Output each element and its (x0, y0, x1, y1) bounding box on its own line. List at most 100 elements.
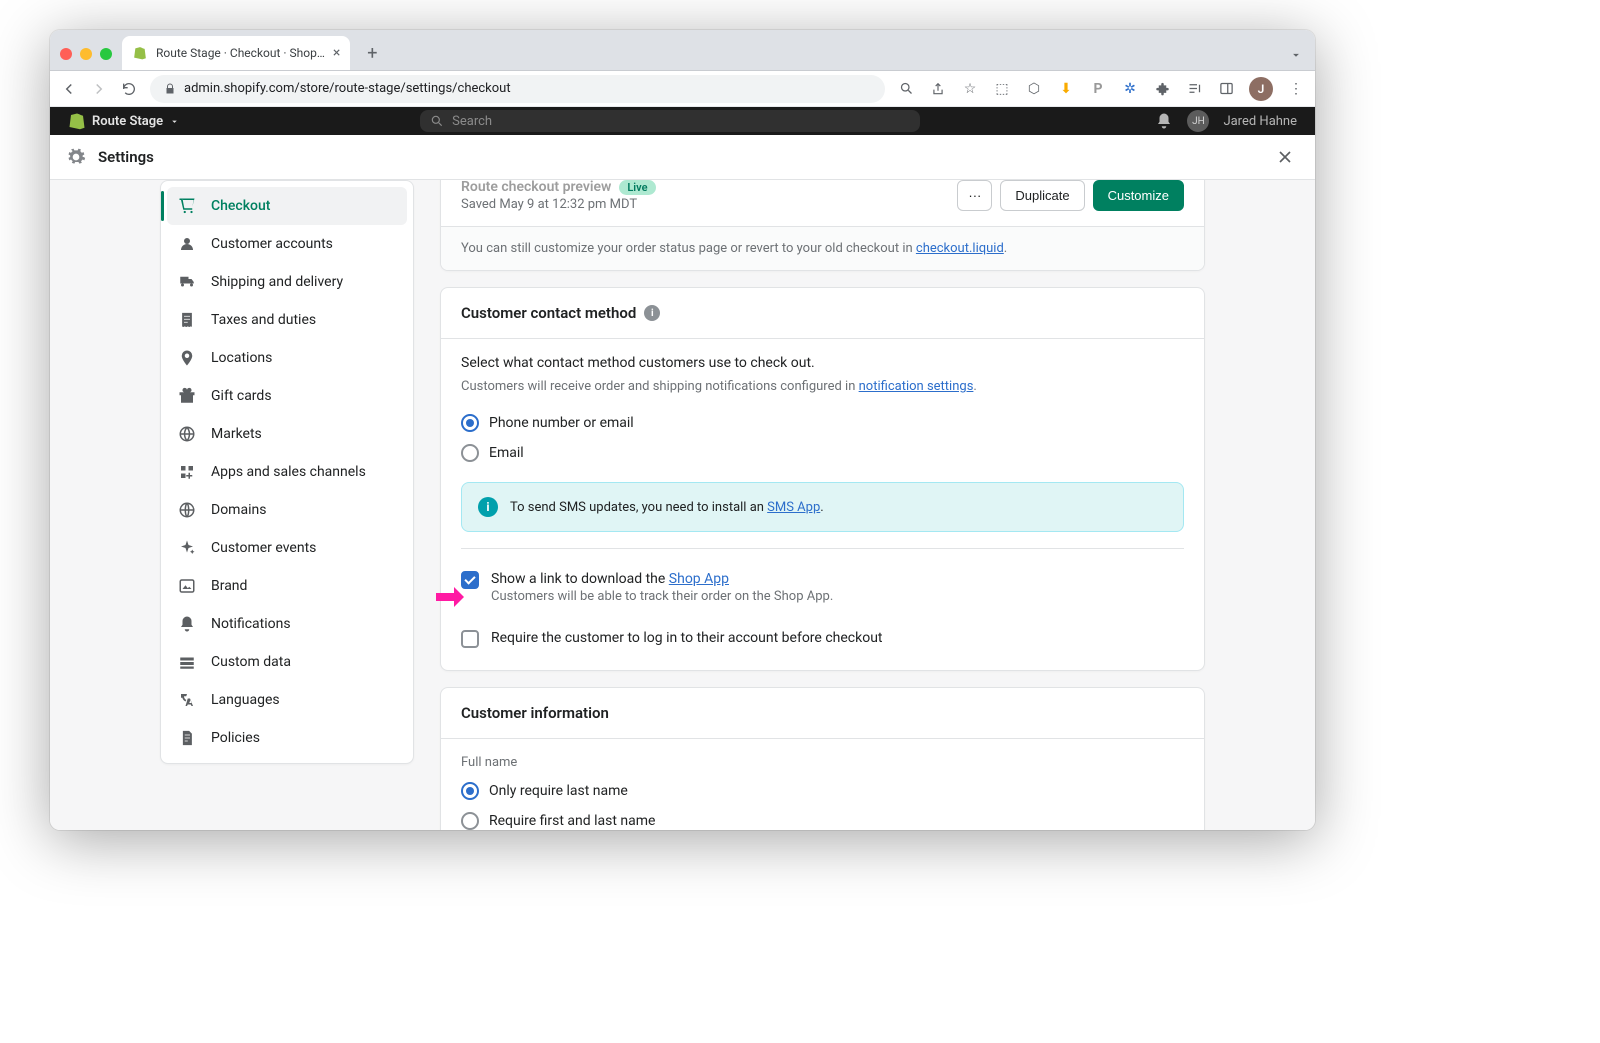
sidepanel-icon[interactable] (1217, 80, 1235, 98)
customer-info-card: Customer information Full name Only requ… (440, 687, 1205, 830)
duplicate-button[interactable]: Duplicate (1000, 180, 1084, 211)
extension-1-icon[interactable]: ⬚ (993, 80, 1011, 98)
sidebar-item-label: Taxes and duties (211, 312, 316, 328)
contact-note: Customers will receive order and shippin… (461, 379, 1184, 394)
shopify-topbar: Route Stage Search JH Jared Hahne (50, 107, 1315, 135)
store-name: Route Stage (92, 114, 163, 129)
radio-input[interactable] (461, 782, 479, 800)
nav-reload-icon[interactable] (120, 80, 138, 98)
sidebar-item-label: Gift cards (211, 388, 272, 404)
close-button[interactable] (1271, 143, 1299, 171)
sidebar-item-checkout[interactable]: Checkout (167, 187, 407, 225)
cart-icon (177, 196, 197, 216)
user-name[interactable]: Jared Hahne (1223, 114, 1297, 129)
checkbox-label: Show a link to download the Shop App (491, 571, 833, 587)
radio-input[interactable] (461, 414, 479, 432)
image-icon (177, 576, 197, 596)
fullname-label: Full name (461, 755, 1184, 770)
browser-toolbar: admin.shopify.com/store/route-stage/sett… (50, 71, 1315, 107)
shop-app-link[interactable]: Shop App (669, 571, 729, 587)
new-tab-button[interactable]: + (358, 39, 386, 67)
checkbox-input[interactable] (461, 630, 479, 648)
radio-last-only[interactable]: Only require last name (461, 776, 1184, 806)
radio-input[interactable] (461, 812, 479, 830)
address-bar[interactable]: admin.shopify.com/store/route-stage/sett… (150, 75, 885, 103)
truck-icon (177, 272, 197, 292)
nav-forward-icon[interactable] (90, 80, 108, 98)
shop-app-checkbox-row[interactable]: Show a link to download the Shop App Cus… (461, 565, 1184, 610)
window-minimize-icon[interactable] (80, 48, 92, 60)
search-icon[interactable] (897, 80, 915, 98)
browser-tabbar: Route Stage · Checkout · Shop… × + (50, 30, 1315, 71)
sparkle-icon (177, 538, 197, 558)
sidebar-item-label: Policies (211, 730, 260, 746)
sms-app-link[interactable]: SMS App (767, 500, 820, 515)
extension-2-icon[interactable]: ⬡ (1025, 80, 1043, 98)
nav-back-icon[interactable] (60, 80, 78, 98)
sidebar-item-shipping[interactable]: Shipping and delivery (161, 263, 413, 301)
sidebar-item-label: Brand (211, 578, 247, 594)
extension-3-icon[interactable]: ⬇ (1057, 80, 1075, 98)
live-badge: Live (619, 180, 655, 195)
info-icon[interactable]: i (644, 305, 660, 321)
window-close-icon[interactable] (60, 48, 72, 60)
info-title: Customer information (461, 704, 609, 722)
contact-title: Customer contact method (461, 304, 636, 322)
saved-timestamp: Saved May 9 at 12:32 pm MDT (461, 197, 656, 212)
sidebar-item-taxes[interactable]: Taxes and duties (161, 301, 413, 339)
radio-label: Phone number or email (489, 415, 634, 431)
reading-list-icon[interactable] (1185, 80, 1203, 98)
notification-settings-link[interactable]: notification settings (859, 379, 974, 394)
browser-window: Route Stage · Checkout · Shop… × + admin… (50, 30, 1315, 830)
shopify-logo[interactable]: Route Stage (68, 112, 180, 130)
settings-body: Checkout Customer accounts Shipping and … (50, 180, 1315, 830)
extension-4-icon[interactable]: P (1089, 80, 1107, 98)
checkout-liquid-link[interactable]: checkout.liquid (916, 241, 1004, 256)
contact-method-card: Customer contact method i Select what co… (440, 287, 1205, 671)
sidebar-item-gift-cards[interactable]: Gift cards (161, 377, 413, 415)
window-zoom-icon[interactable] (100, 48, 112, 60)
radio-phone-email[interactable]: Phone number or email (461, 408, 1184, 438)
customize-button[interactable]: Customize (1093, 180, 1184, 211)
more-button[interactable]: ··· (957, 180, 992, 211)
tab-close-icon[interactable]: × (333, 45, 340, 61)
sidebar-item-languages[interactable]: Languages (161, 681, 413, 719)
gear-icon (66, 147, 86, 167)
shopify-favicon-icon (132, 45, 148, 61)
policy-icon (177, 728, 197, 748)
sidebar-item-notifications[interactable]: Notifications (161, 605, 413, 643)
radio-label: Email (489, 445, 524, 461)
sidebar-item-customer-accounts[interactable]: Customer accounts (161, 225, 413, 263)
sidebar-item-custom-data[interactable]: Custom data (161, 643, 413, 681)
sidebar-item-domains[interactable]: Domains (161, 491, 413, 529)
checkout-preview-card: Route checkout preview Live Saved May 9 … (440, 180, 1205, 271)
sidebar-item-label: Domains (211, 502, 266, 518)
user-avatar[interactable]: JH (1187, 110, 1209, 132)
star-icon[interactable]: ☆ (961, 80, 979, 98)
radio-email[interactable]: Email (461, 438, 1184, 468)
share-icon[interactable] (929, 80, 947, 98)
extensions-icon[interactable] (1153, 80, 1171, 98)
window-controls (60, 48, 122, 70)
require-login-checkbox-row[interactable]: Require the customer to log in to their … (461, 624, 1184, 654)
sidebar-item-policies[interactable]: Policies (161, 719, 413, 757)
sidebar-item-markets[interactable]: Markets (161, 415, 413, 453)
sidebar-item-brand[interactable]: Brand (161, 567, 413, 605)
radio-first-last[interactable]: Require first and last name (461, 806, 1184, 830)
sidebar-item-apps[interactable]: Apps and sales channels (161, 453, 413, 491)
url-text: admin.shopify.com/store/route-stage/sett… (184, 81, 511, 96)
tab-overflow-icon[interactable] (1289, 48, 1315, 70)
sidebar-item-locations[interactable]: Locations (161, 339, 413, 377)
sidebar-item-customer-events[interactable]: Customer events (161, 529, 413, 567)
browser-menu-icon[interactable]: ⋮ (1287, 80, 1305, 98)
radio-input[interactable] (461, 444, 479, 462)
sidebar-item-label: Apps and sales channels (211, 464, 366, 480)
globe-icon (177, 424, 197, 444)
sidebar-item-label: Markets (211, 426, 262, 442)
extension-5-icon[interactable]: ✲ (1121, 80, 1139, 98)
browser-tab[interactable]: Route Stage · Checkout · Shop… × (122, 36, 350, 70)
bell-icon[interactable] (1155, 112, 1173, 130)
shopify-search[interactable]: Search (420, 110, 920, 132)
sms-banner: i To send SMS updates, you need to insta… (461, 482, 1184, 532)
profile-avatar[interactable]: J (1249, 77, 1273, 101)
